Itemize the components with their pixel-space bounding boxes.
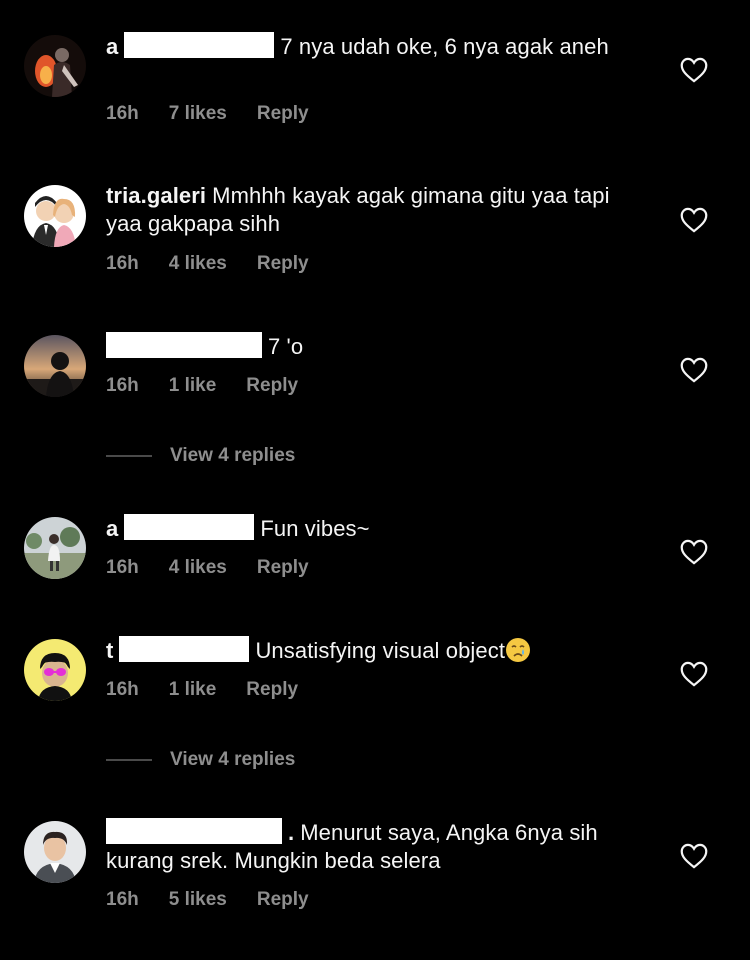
comment-time: 16h	[106, 557, 139, 578]
heart-outline-icon[interactable]	[680, 207, 708, 233]
comment-time: 16h	[106, 375, 139, 396]
redacted-username-block	[124, 514, 255, 540]
avatar[interactable]	[24, 821, 86, 883]
crying-face-emoji	[506, 638, 531, 662]
comment-text: tria.galeri Mmhhh kayak agak gimana gitu …	[106, 182, 646, 238]
reply-button[interactable]: Reply	[257, 557, 309, 578]
comment-body: 7 nya udah oke, 6 nya agak aneh	[280, 34, 609, 59]
reply-button[interactable]: Reply	[257, 889, 309, 910]
view-replies-button[interactable]: View 4 replies	[106, 748, 295, 772]
avatar[interactable]	[24, 639, 86, 701]
replies-divider-line	[106, 455, 152, 457]
comment-meta: 16h 1 like Reply	[106, 679, 328, 701]
comment-text: t Unsatisfying visual object	[106, 636, 646, 665]
comment-username[interactable]: a	[106, 516, 118, 541]
comment-likes[interactable]: 7 likes	[169, 103, 227, 124]
comment-likes[interactable]: 4 likes	[169, 253, 227, 274]
comment-time: 16h	[106, 253, 139, 274]
heart-outline-icon[interactable]	[680, 357, 708, 383]
view-replies-button[interactable]: View 4 replies	[106, 444, 295, 468]
comment-time: 16h	[106, 103, 139, 124]
heart-outline-icon[interactable]	[680, 539, 708, 565]
heart-outline-icon[interactable]	[680, 843, 708, 869]
comment-likes[interactable]: 4 likes	[169, 557, 227, 578]
comment-username[interactable]: a	[106, 34, 118, 59]
comment-text: . Menurut saya, Angka 6nya sih kurang sre…	[106, 818, 646, 875]
comment-username[interactable]: .	[288, 820, 294, 845]
redacted-username-block	[106, 332, 262, 358]
reply-button[interactable]: Reply	[257, 253, 309, 274]
view-replies-label[interactable]: View 4 replies	[170, 749, 295, 771]
comment-meta: 16h 5 likes Reply	[106, 889, 339, 911]
comment-likes[interactable]: 1 like	[169, 679, 217, 700]
redacted-username-block	[124, 32, 275, 58]
comment-text: a Fun vibes~	[106, 514, 646, 543]
redacted-username-block	[106, 818, 282, 844]
comment-text: 7 'o	[106, 332, 646, 361]
reply-button[interactable]: Reply	[257, 103, 309, 124]
comment-text: a 7 nya udah oke, 6 nya agak aneh	[106, 32, 646, 61]
heart-outline-icon[interactable]	[680, 57, 708, 83]
comment-body: 7 'o	[268, 334, 304, 359]
comment-username[interactable]: tria.galeri	[106, 183, 206, 208]
reply-button[interactable]: Reply	[246, 375, 298, 396]
replies-divider-line	[106, 759, 152, 761]
comment-meta: 16h 4 likes Reply	[106, 253, 339, 275]
comment-meta: 16h 4 likes Reply	[106, 557, 339, 579]
comment-body: Unsatisfying visual object	[255, 638, 506, 663]
heart-outline-icon[interactable]	[680, 661, 708, 687]
comment-username[interactable]: t	[106, 638, 113, 663]
view-replies-label[interactable]: View 4 replies	[170, 445, 295, 467]
avatar[interactable]	[24, 185, 86, 247]
redacted-username-block	[119, 636, 250, 662]
comment-likes[interactable]: 5 likes	[169, 889, 227, 910]
avatar[interactable]	[24, 335, 86, 397]
reply-button[interactable]: Reply	[246, 679, 298, 700]
avatar[interactable]	[24, 35, 86, 97]
comment-meta: 16h 1 like Reply	[106, 375, 328, 397]
comment-likes[interactable]: 1 like	[169, 375, 217, 396]
comment-body: Fun vibes~	[260, 516, 370, 541]
comment-time: 16h	[106, 889, 139, 910]
comment-time: 16h	[106, 679, 139, 700]
avatar[interactable]	[24, 517, 86, 579]
comment-meta: 16h 7 likes Reply	[106, 103, 339, 125]
